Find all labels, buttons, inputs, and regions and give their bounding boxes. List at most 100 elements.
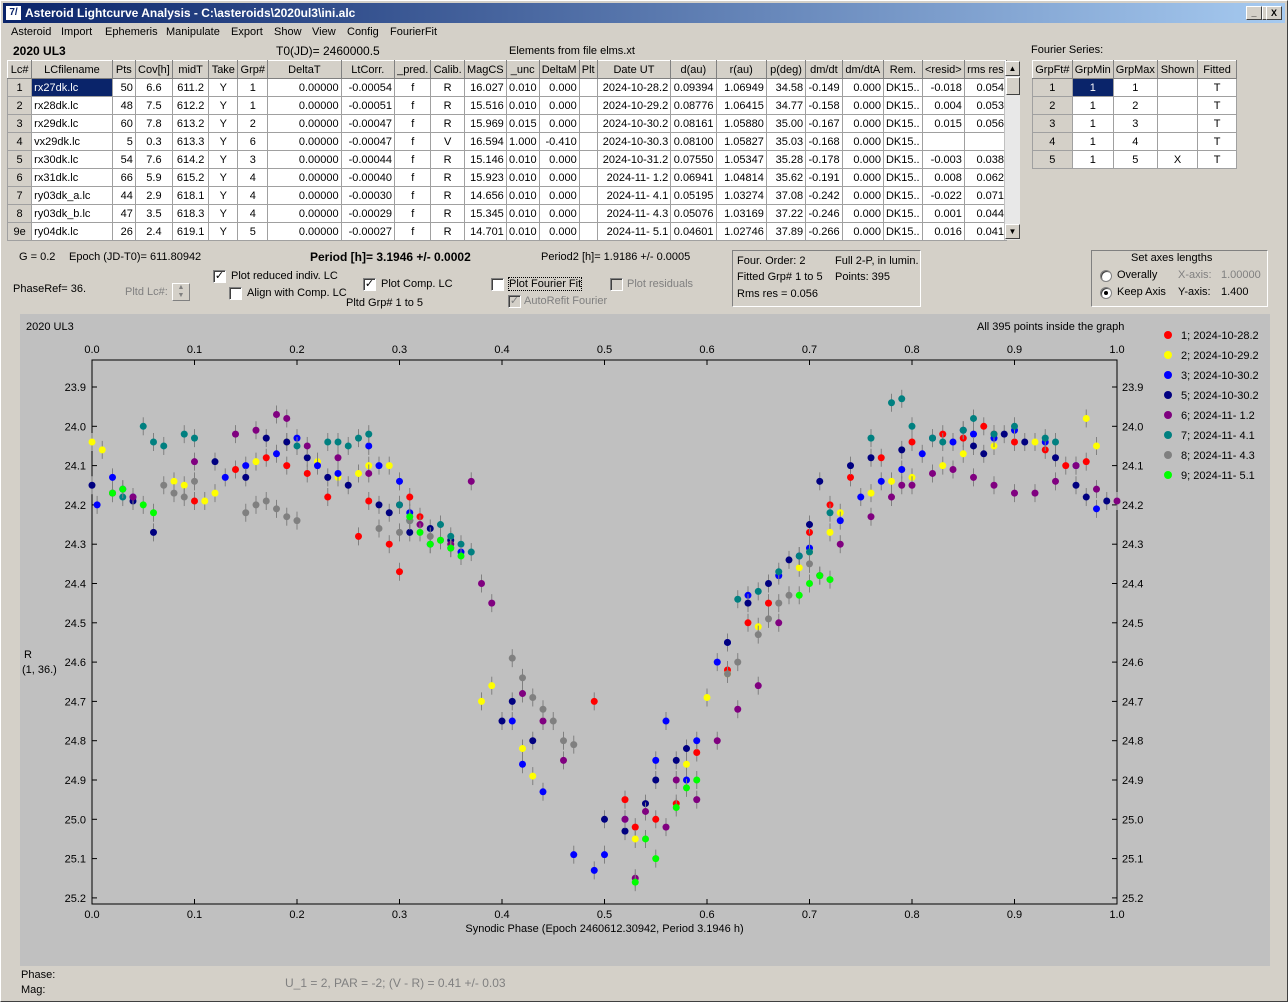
table-cell[interactable]: -0.242 — [805, 186, 843, 205]
table-cell[interactable]: 0.000 — [538, 78, 580, 97]
ft-cell[interactable]: T — [1197, 150, 1237, 169]
table-cell[interactable]: 0.000 — [538, 150, 580, 169]
table-cell[interactable]: R — [430, 150, 465, 169]
table-cell[interactable]: Y — [208, 204, 239, 223]
table-cell[interactable]: -0.00051 — [340, 96, 396, 115]
table-cell[interactable]: 0.010 — [505, 150, 540, 169]
lc-col-header[interactable]: _pred. — [393, 60, 432, 79]
table-cell[interactable]: 15.345 — [463, 204, 507, 223]
table-cell[interactable]: 2 — [6, 96, 33, 115]
table-cell[interactable]: 35.28 — [765, 150, 807, 169]
table-cell[interactable]: 0.004 — [921, 96, 965, 115]
table-cell[interactable]: 0.08776 — [670, 96, 717, 115]
menu-show[interactable]: Show — [274, 26, 302, 38]
autorefit-checkbox[interactable]: ✓ — [508, 295, 521, 308]
table-cell[interactable] — [578, 168, 598, 187]
table-cell[interactable]: 0.010 — [505, 168, 540, 187]
table-cell[interactable]: 0.008 — [921, 168, 965, 187]
table-cell[interactable]: 14.656 — [463, 186, 507, 205]
table-cell[interactable]: 7.5 — [134, 96, 173, 115]
table-cell[interactable]: 35.03 — [765, 132, 807, 151]
ft-row[interactable]: 414 T — [1032, 132, 1237, 151]
table-cell[interactable]: DK15.. — [882, 168, 923, 187]
ft-cell[interactable]: 1 — [1032, 78, 1073, 97]
table-cell[interactable]: Y — [208, 132, 239, 151]
plot-fourier-checkbox[interactable] — [491, 278, 504, 291]
table-cell[interactable]: 6 — [237, 132, 269, 151]
table-cell[interactable] — [578, 96, 598, 115]
table-cell[interactable]: -0.266 — [805, 222, 843, 241]
lc-col-header[interactable]: Take — [208, 60, 239, 79]
table-cell[interactable]: 5 — [237, 222, 269, 241]
menu-ephemeris[interactable]: Ephemeris — [105, 26, 158, 38]
ft-cell[interactable]: 1 — [1071, 96, 1114, 115]
table-cell[interactable]: -0.178 — [805, 150, 843, 169]
table-cell[interactable]: 1 — [237, 78, 269, 97]
table-cell[interactable]: DK15.. — [882, 132, 923, 151]
table-cell[interactable]: 2 — [237, 114, 269, 133]
table-cell[interactable]: 0.062 — [963, 168, 1008, 187]
align-comp-checkbox[interactable] — [229, 287, 242, 300]
table-cell[interactable] — [578, 150, 598, 169]
table-row[interactable]: 1 rx27dk.lc 50 6.6 611.2 Y 1 0.00000 -0.00054 f R 1… — [6, 78, 1008, 97]
plot-residuals-checkbox[interactable] — [610, 278, 623, 291]
table-cell[interactable]: DK15.. — [882, 150, 923, 169]
table-cell[interactable]: -0.149 — [805, 78, 843, 97]
table-cell[interactable]: 0.00000 — [267, 186, 342, 205]
table-cell[interactable]: 0.3 — [134, 132, 173, 151]
ft-cell[interactable]: T — [1197, 132, 1237, 151]
table-cell[interactable]: 618.3 — [171, 204, 210, 223]
table-cell[interactable]: 34.77 — [765, 96, 807, 115]
table-cell[interactable] — [578, 204, 598, 223]
table-cell[interactable]: 0.08161 — [670, 114, 717, 133]
table-cell[interactable]: f — [393, 186, 432, 205]
table-cell[interactable]: DK15.. — [882, 96, 923, 115]
table-cell[interactable]: ry03dk_b.lc — [31, 204, 113, 223]
table-cell[interactable]: 1.05880 — [715, 114, 767, 133]
table-cell[interactable]: 4 — [237, 168, 269, 187]
table-cell[interactable]: 1.03169 — [715, 204, 767, 223]
table-cell[interactable]: 0.000 — [841, 132, 884, 151]
table-cell[interactable]: 2024-11- 5.1 — [596, 222, 672, 241]
table-cell[interactable]: -0.191 — [805, 168, 843, 187]
table-cell[interactable]: R — [430, 168, 465, 187]
lc-col-header[interactable]: Calib. — [430, 60, 465, 79]
table-cell[interactable]: f — [393, 132, 432, 151]
ft-cell[interactable]: 2 — [1032, 96, 1073, 115]
lc-col-header[interactable]: r(au) — [715, 60, 767, 79]
table-cell[interactable]: 0.000 — [538, 96, 580, 115]
ft-row[interactable]: 212 T — [1032, 96, 1237, 115]
table-cell[interactable]: 0.000 — [841, 168, 884, 187]
scroll-up-icon[interactable]: ▲ — [1005, 61, 1020, 76]
minimize-button[interactable]: _ — [1246, 6, 1262, 20]
table-cell[interactable]: 612.2 — [171, 96, 210, 115]
ft-cell[interactable]: 4 — [1112, 132, 1158, 151]
ft-cell[interactable]: 1 — [1112, 78, 1158, 97]
table-cell[interactable]: -0.00047 — [340, 114, 396, 133]
xaxis-value[interactable]: 1.00000 — [1221, 269, 1261, 281]
ft-col-header[interactable]: Fitted — [1197, 60, 1237, 79]
menu-asteroid[interactable]: Asteroid — [11, 26, 51, 38]
table-cell[interactable]: f — [393, 78, 432, 97]
table-cell[interactable]: 0.000 — [841, 96, 884, 115]
table-cell[interactable]: -0.00054 — [340, 78, 396, 97]
table-cell[interactable]: V — [430, 132, 465, 151]
table-cell[interactable]: 60 — [111, 114, 136, 133]
lc-col-header[interactable]: Plt — [578, 60, 598, 79]
yaxis-value[interactable]: 1.400 — [1221, 286, 1249, 298]
table-cell[interactable]: 6.6 — [134, 78, 173, 97]
ft-cell[interactable]: 4 — [1032, 132, 1073, 151]
table-cell[interactable]: f — [393, 204, 432, 223]
table-cell[interactable]: 7.6 — [134, 150, 173, 169]
table-cell[interactable]: 1.04814 — [715, 168, 767, 187]
table-cell[interactable]: 34.58 — [765, 78, 807, 97]
table-cell[interactable]: 37.89 — [765, 222, 807, 241]
table-cell[interactable]: 35.62 — [765, 168, 807, 187]
table-cell[interactable]: 0.00000 — [267, 204, 342, 223]
table-cell[interactable]: 0.010 — [505, 96, 540, 115]
table-cell[interactable]: 1 — [6, 78, 33, 97]
table-cell[interactable]: 0.00000 — [267, 114, 342, 133]
overally-radio[interactable] — [1100, 270, 1112, 282]
lc-col-header[interactable]: LCfilename — [31, 60, 113, 79]
table-cell[interactable]: 1.06415 — [715, 96, 767, 115]
